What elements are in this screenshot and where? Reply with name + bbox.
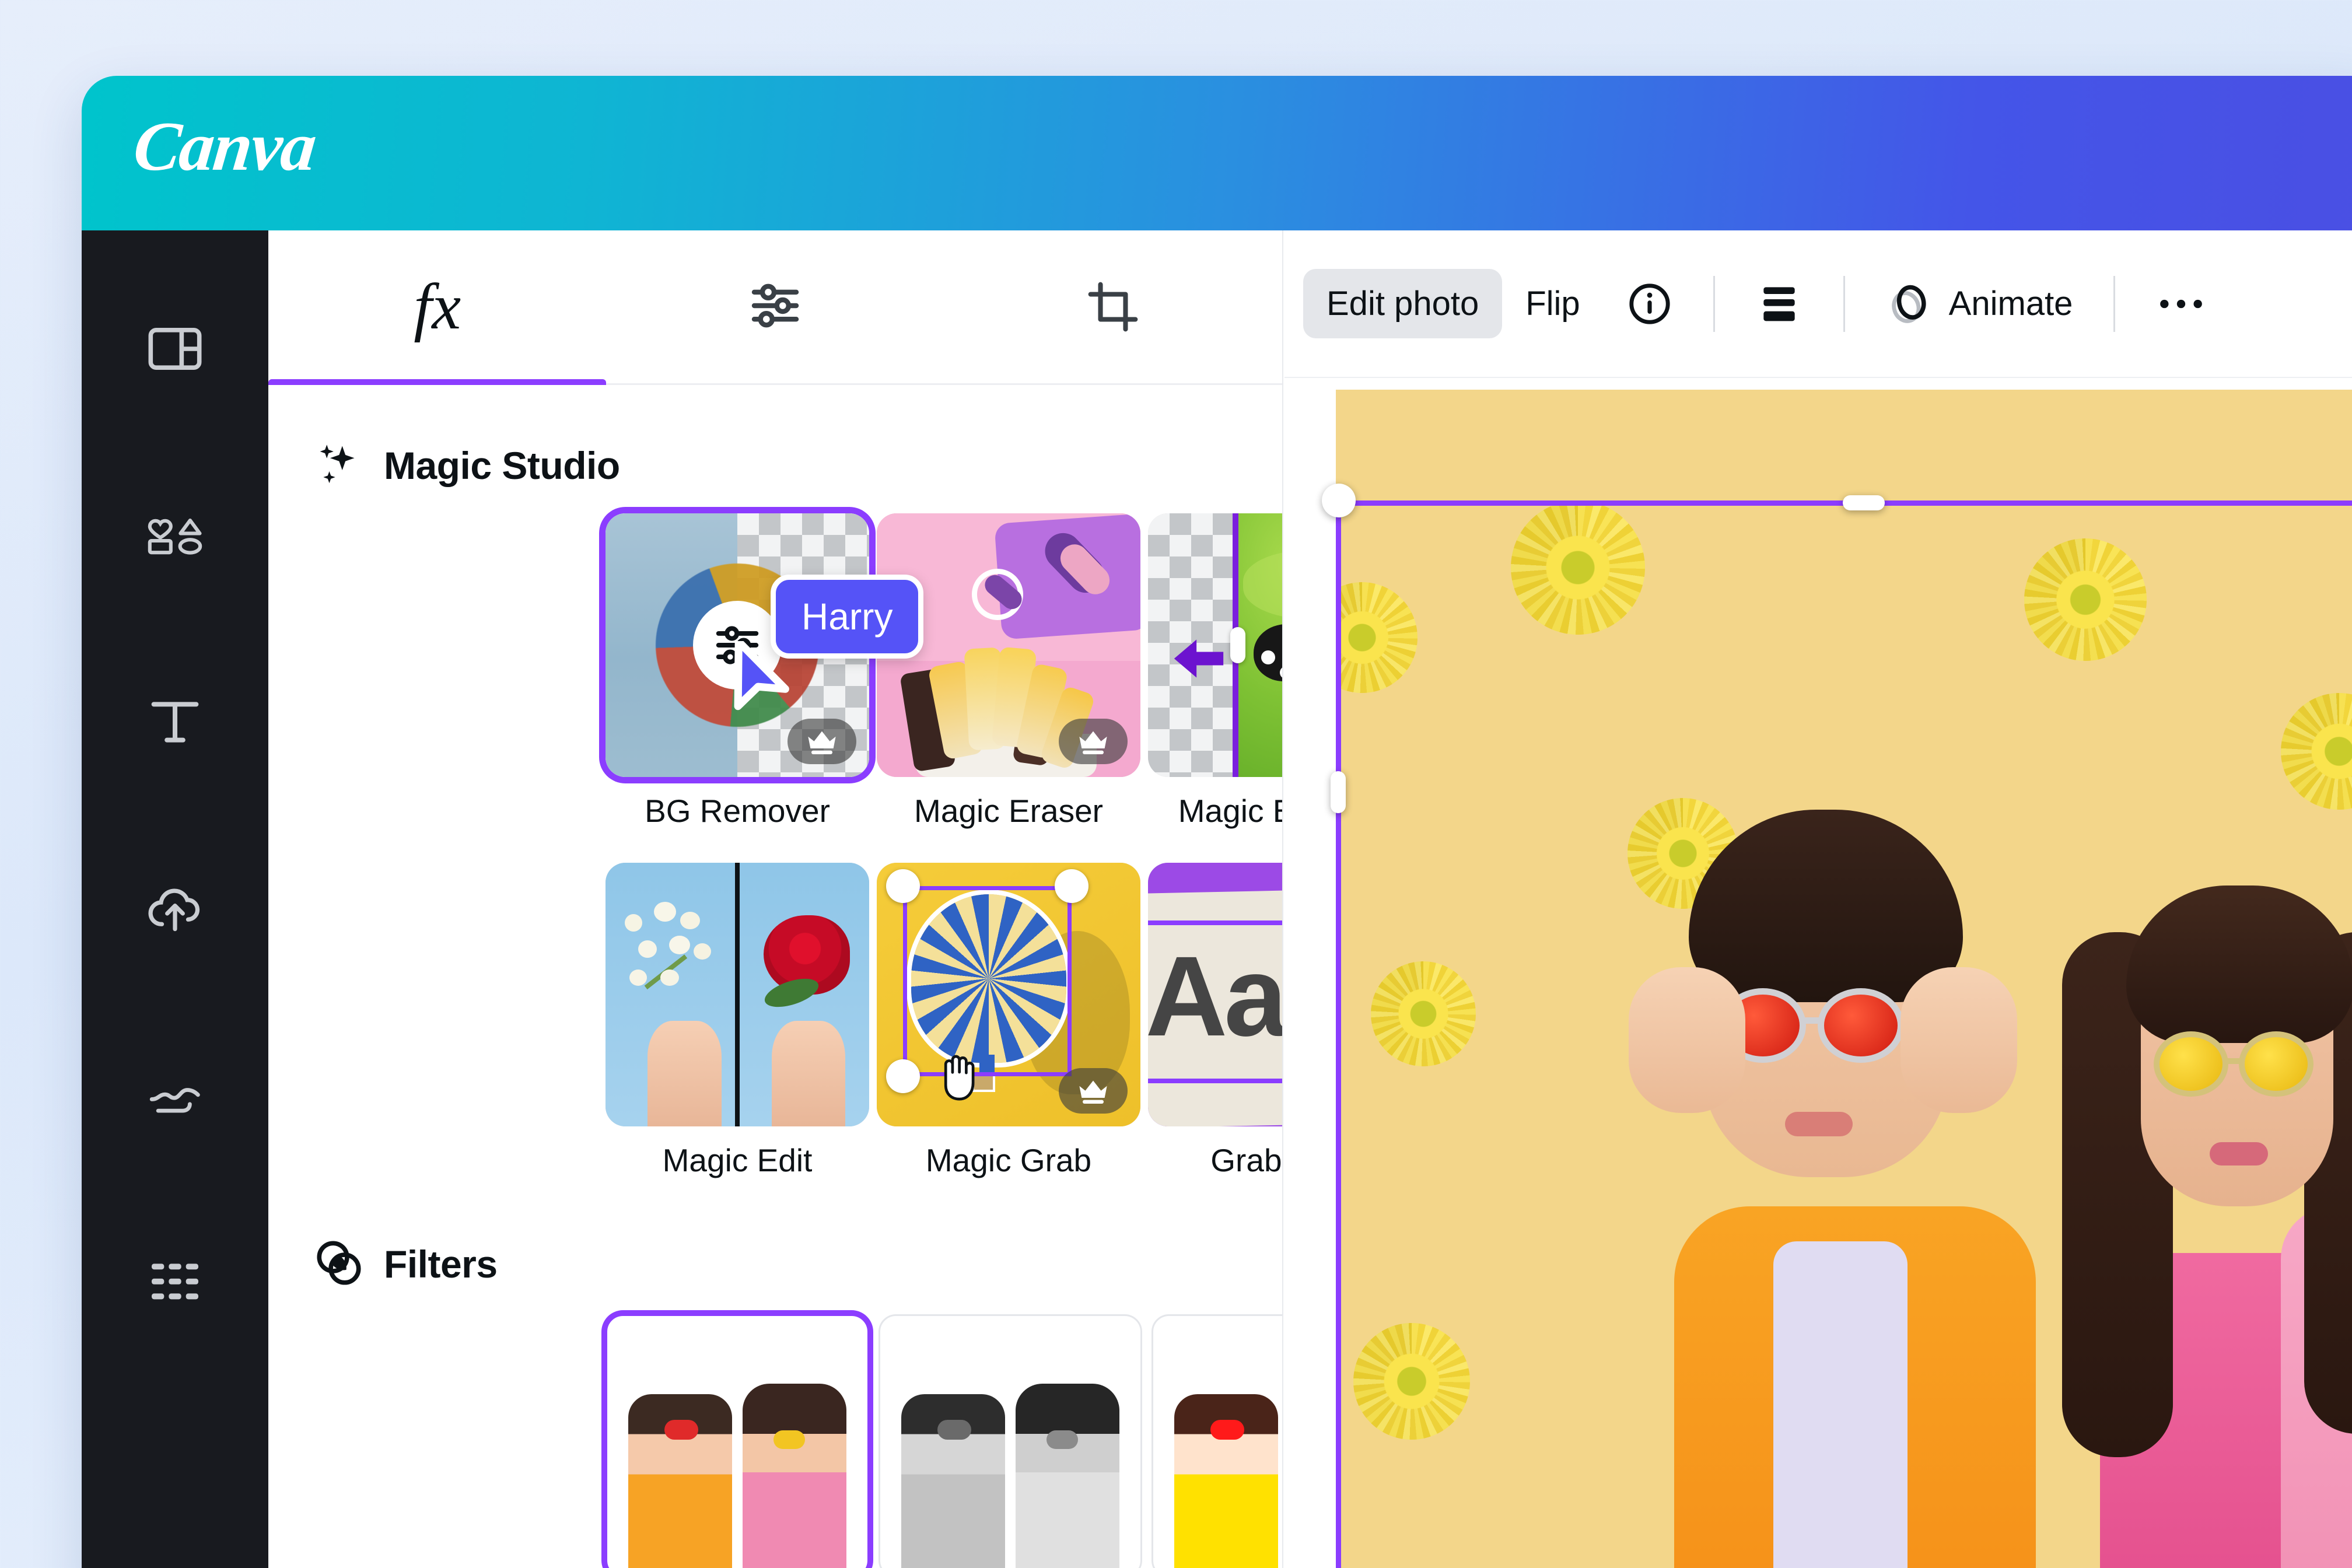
cloud-upload-icon xyxy=(145,886,205,932)
text-icon xyxy=(148,696,202,748)
animate-button[interactable]: Animate xyxy=(1863,265,2096,343)
tab-adjust[interactable] xyxy=(606,230,944,383)
tool-label: Magic Edit xyxy=(662,1142,813,1178)
filters-icon xyxy=(314,1238,364,1291)
tool-thumbnail[interactable] xyxy=(606,513,869,777)
section-title: Magic Studio xyxy=(384,444,620,487)
tool-label: Magic Expand xyxy=(1178,793,1282,829)
person-woman xyxy=(2030,740,2352,1568)
tool-thumbnail[interactable] xyxy=(877,862,1140,1126)
tool-label: Grab Text xyxy=(1210,1142,1282,1178)
tool-thumbnail[interactable] xyxy=(1148,513,1282,777)
layout-icon xyxy=(148,327,202,370)
section-header-filters: Filters xyxy=(268,1229,1282,1299)
sliders-icon xyxy=(747,278,803,337)
tool-thumbnail[interactable] xyxy=(877,513,1140,777)
sidebar-item-design[interactable] xyxy=(114,286,236,411)
flower-decoration xyxy=(1371,961,1476,1066)
sparkles-icon xyxy=(314,439,364,492)
info-icon xyxy=(1629,283,1670,324)
filters-row xyxy=(268,1314,1282,1568)
shapes-icon xyxy=(144,513,206,558)
position-icon xyxy=(1763,286,1795,321)
left-nav-rail xyxy=(82,230,268,1568)
tool-card-magic-edit[interactable]: Magic Edit xyxy=(606,862,869,1178)
filter-thumb-vivid[interactable] xyxy=(1152,1314,1282,1568)
fx-icon: fx xyxy=(414,270,461,343)
animate-icon xyxy=(1891,285,1926,323)
grab-hand-cursor-icon xyxy=(944,1055,975,1101)
tool-card-bg-remover[interactable]: BG Remover xyxy=(606,513,869,829)
tab-active-underline xyxy=(268,379,607,385)
canva-app-window: Canva fx Magic Studio BG Remover Magic E… xyxy=(82,76,2352,1568)
filter-thumb-original[interactable] xyxy=(606,1314,869,1568)
sidebar-item-text[interactable] xyxy=(114,659,236,785)
panel-tabs: fx xyxy=(268,230,1282,385)
photo-element[interactable] xyxy=(1336,390,2352,1568)
canvas-stage[interactable] xyxy=(1284,378,2352,1568)
pro-crown-badge xyxy=(1059,1068,1128,1114)
canva-logo: Canva xyxy=(130,107,320,185)
person-man xyxy=(1592,693,2036,1568)
tool-label: Magic Eraser xyxy=(914,793,1103,829)
tool-card-grab-text[interactable]: Aa Grab Text xyxy=(1148,862,1282,1178)
pro-crown-badge xyxy=(788,719,856,764)
toolbar-divider xyxy=(2113,275,2116,332)
filter-thumb-greyscale[interactable] xyxy=(878,1314,1142,1568)
flower-decoration xyxy=(1336,582,1418,693)
section-title: Filters xyxy=(384,1242,498,1286)
tool-panel: fx Magic Studio BG Remover Magic Eraser … xyxy=(268,230,1283,1568)
tool-thumbnail[interactable] xyxy=(606,862,869,1126)
sliders-icon xyxy=(716,626,759,664)
info-button[interactable] xyxy=(1604,266,1696,342)
photo-toolbar: Edit photo Flip Animate xyxy=(1284,230,2352,378)
tool-thumbnail[interactable]: Aa xyxy=(1148,862,1282,1126)
flower-decoration xyxy=(1511,501,1645,635)
sidebar-item-draw[interactable] xyxy=(114,1032,236,1158)
flip-button[interactable]: Flip xyxy=(1502,269,1603,338)
toolbar-divider xyxy=(1713,275,1715,332)
flower-decoration xyxy=(2024,538,2147,661)
top-brand-bar: Canva xyxy=(82,76,2352,230)
more-options-button[interactable] xyxy=(2133,279,2230,328)
sidebar-item-apps[interactable] xyxy=(114,1219,236,1345)
magic-studio-grid: BG Remover Magic Eraser Magic Magic Edit… xyxy=(268,513,1282,1178)
tool-label: Magic Grab xyxy=(925,1142,1092,1178)
tool-label: BG Remover xyxy=(645,793,830,829)
tool-card-magic-grab[interactable]: Magic Grab xyxy=(877,862,1140,1178)
position-button[interactable] xyxy=(1732,265,1826,342)
animate-label: Animate xyxy=(1948,285,2073,323)
sidebar-item-elements[interactable] xyxy=(114,473,236,598)
edit-photo-button[interactable]: Edit photo xyxy=(1303,269,1503,338)
tab-effects[interactable]: fx xyxy=(268,230,607,385)
toolbar-divider xyxy=(1843,275,1845,332)
tool-card-magic-eraser[interactable]: Magic Eraser xyxy=(877,513,1140,829)
canvas-area: Edit photo Flip Animate xyxy=(1284,230,2352,1568)
pro-crown-badge xyxy=(1059,719,1128,764)
grid-apps-icon xyxy=(147,1259,203,1306)
pen-icon xyxy=(146,1074,204,1116)
tab-crop[interactable] xyxy=(944,230,1282,383)
section-header-magic-studio: Magic Studio xyxy=(268,430,1282,501)
more-options-icon xyxy=(2160,299,2203,308)
sidebar-item-uploads[interactable] xyxy=(114,846,236,971)
flower-decoration xyxy=(1353,1323,1470,1440)
crop-icon xyxy=(1088,282,1138,332)
tool-card-magic-expand[interactable]: Magic Expand xyxy=(1148,513,1282,829)
expand-arrow-icon xyxy=(1174,639,1223,678)
